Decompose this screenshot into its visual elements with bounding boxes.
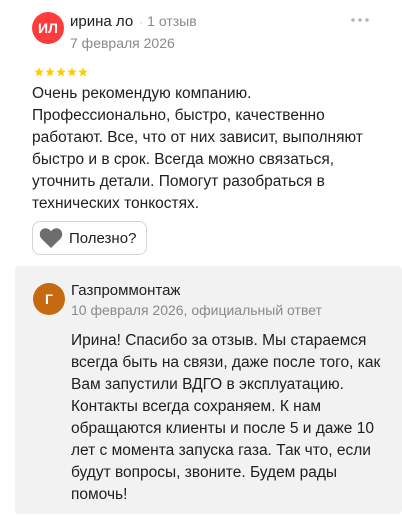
star-icon: [67, 67, 77, 77]
heart-icon: [39, 227, 63, 249]
review-count: 1 отзыв: [147, 13, 197, 29]
rating-stars: [34, 67, 88, 77]
review-header: ИЛ ирина ло · 1 отзыв 7 февраля 2026: [32, 10, 402, 54]
separator-dot: ·: [139, 15, 144, 29]
author-name[interactable]: ирина ло: [70, 13, 133, 30]
helpful-button[interactable]: Полезно?: [32, 221, 148, 255]
reply-text: Ирина! Спасибо за отзыв. Мы стараемся вс…: [71, 332, 381, 503]
helpful-label: Полезно?: [69, 229, 137, 247]
review-text: Очень рекомендую компанию. Профессиональ…: [32, 85, 363, 212]
review-date: 7 февраля 2026: [70, 35, 175, 51]
reply-author[interactable]: Газпроммонтаж: [71, 282, 180, 299]
star-icon: [56, 67, 66, 77]
star-icon: [34, 67, 44, 77]
star-icon: [78, 67, 88, 77]
more-dots-icon[interactable]: [350, 10, 370, 30]
star-icon: [45, 67, 55, 77]
reply-meta: 10 февраля 2026, официальный ответ: [71, 302, 322, 318]
official-reply: Г Газпроммонтаж 10 февраля 2026, официал…: [15, 266, 402, 514]
reply-avatar[interactable]: Г: [33, 283, 65, 315]
author-line: ирина ло · 1 отзыв: [70, 13, 197, 30]
avatar[interactable]: ИЛ: [32, 12, 64, 44]
